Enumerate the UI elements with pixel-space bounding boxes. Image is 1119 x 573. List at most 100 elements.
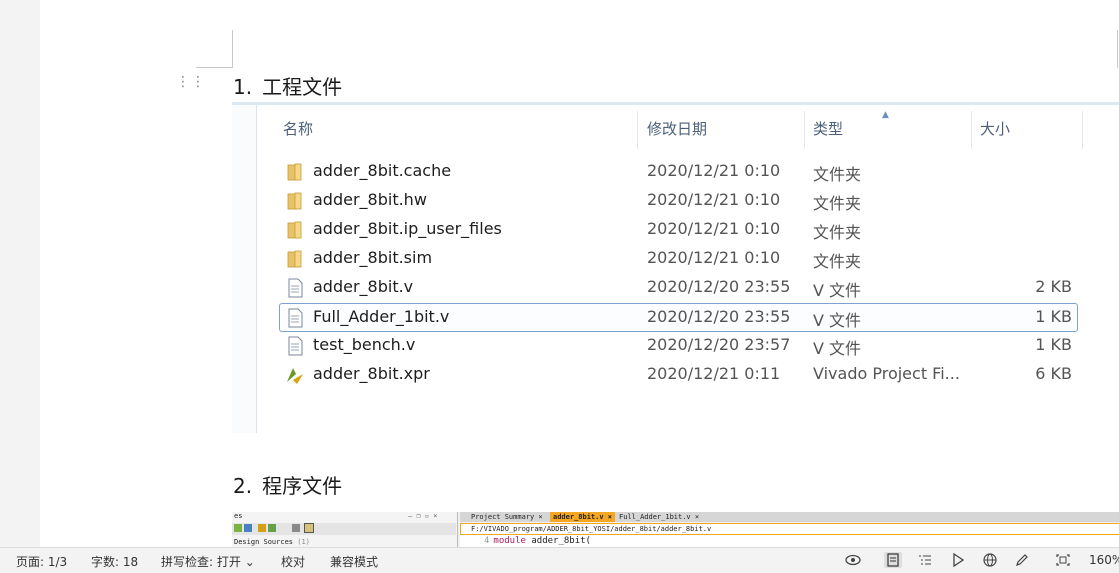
file-type: 文件夹: [813, 223, 862, 242]
eye-icon[interactable]: [844, 552, 862, 568]
paragraph-drag-handle-icon[interactable]: ⋮⋮: [176, 75, 206, 89]
file-size: 2 KB: [1035, 277, 1072, 296]
file-type: V 文件: [813, 311, 862, 330]
file-type: 文件夹: [813, 194, 862, 213]
page-corner-mark: [196, 67, 233, 68]
editor-tab-bar: Project Summary × adder_8bit.v × Full_Ad…: [460, 512, 1119, 522]
code-line[interactable]: 4 module adder_8bit(: [460, 535, 1119, 547]
toolbar-icon[interactable]: [234, 524, 242, 532]
toolbar-icon[interactable]: [244, 524, 252, 532]
file-name: Full_Adder_1bit.v: [313, 307, 450, 326]
file-row[interactable]: adder_8bit.hw 2020/12/21 0:10 文件夹: [280, 187, 1077, 214]
file-name: adder_8bit.hw: [313, 190, 427, 209]
list-number: 2.: [233, 474, 253, 498]
design-sources-node[interactable]: Design Sources (1): [234, 538, 310, 546]
globe-icon[interactable]: [981, 552, 999, 568]
page-corner-mark: [1117, 30, 1118, 68]
file-date: 2020/12/21 0:10: [647, 219, 781, 238]
column-separator: [637, 111, 638, 149]
column-header-name[interactable]: 名称: [283, 105, 313, 149]
tab-full-adder-1bit[interactable]: Full_Adder_1bit.v ×: [616, 512, 702, 522]
file-row[interactable]: adder_8bit.v 2020/12/20 23:55 V 文件 2 KB: [280, 274, 1077, 301]
file-row[interactable]: adder_8bit.sim 2020/12/21 0:10 文件夹: [280, 245, 1077, 272]
sort-arrow-icon: ▲: [882, 110, 889, 120]
column-header-date[interactable]: 修改日期: [647, 105, 707, 149]
file-name: adder_8bit.ip_user_files: [313, 219, 502, 238]
file-icon: [286, 278, 304, 298]
code-text: adder_8bit(: [525, 536, 591, 546]
play-icon[interactable]: [949, 552, 967, 568]
design-sources-count: (1): [297, 538, 310, 546]
file-row[interactable]: Full_Adder_1bit.v 2020/12/20 23:55 V 文件 1 K…: [279, 303, 1078, 332]
line-number: 4: [484, 536, 490, 546]
vivado-screenshot: es — ❐ ▫ × Design Sources (1) Project Su…: [232, 512, 1119, 547]
heading-text: 程序文件: [262, 474, 343, 498]
proofread-button[interactable]: 校对: [281, 553, 305, 570]
pen-icon[interactable]: [1013, 552, 1031, 568]
column-separator: [971, 111, 972, 149]
file-date: 2020/12/20 23:55: [647, 277, 791, 296]
file-row[interactable]: test_bench.v 2020/12/20 23:57 V 文件 1 KB: [280, 332, 1077, 359]
panel-window-controls-icon: — ❐ ▫ ×: [408, 512, 438, 520]
column-separator: [804, 111, 805, 149]
file-type: 文件夹: [813, 165, 862, 184]
column-header-size[interactable]: 大小: [980, 105, 1010, 149]
file-type: 文件夹: [813, 252, 862, 271]
file-icon: [286, 336, 304, 356]
file-date: 2020/12/21 0:10: [647, 190, 781, 209]
outline-view-icon[interactable]: [916, 552, 934, 568]
column-header-type[interactable]: 类型: [813, 105, 843, 149]
spell-check-label: 拼写检查: 打开: [161, 555, 241, 569]
file-date: 2020/12/20 23:55: [647, 307, 791, 326]
sources-title: es: [234, 512, 243, 520]
sources-toolbar: [232, 523, 456, 535]
design-sources-label: Design Sources: [234, 538, 294, 546]
file-name: adder_8bit.cache: [313, 161, 452, 180]
compat-mode-label: 兼容模式: [330, 555, 379, 569]
tab-project-summary[interactable]: Project Summary ×: [468, 512, 546, 522]
list-heading-2[interactable]: 2. 程序文件: [233, 470, 342, 499]
file-name: adder_8bit.v: [313, 277, 414, 296]
vivado-project-icon: [286, 365, 304, 385]
file-name: adder_8bit.sim: [313, 248, 433, 267]
heading-text: 工程文件: [262, 75, 343, 99]
zoom-level[interactable]: 160%: [1089, 553, 1119, 567]
folder-icon: [286, 220, 304, 240]
file-type: V 文件: [813, 281, 862, 300]
column-separator: [1082, 111, 1083, 149]
file-type: Vivado Project Fi...: [813, 364, 960, 383]
file-date: 2020/12/21 0:11: [647, 364, 781, 383]
editor-file-path: F:/VIVADO_program/ADDER_8bit_YOSI/adder_…: [460, 523, 1119, 535]
file-size: 1 KB: [1035, 307, 1072, 326]
nav-pane-edge: [232, 105, 256, 433]
file-row[interactable]: adder_8bit.xpr 2020/12/21 0:11 Vivado Proj…: [280, 361, 1077, 388]
code-keyword: module: [493, 536, 526, 546]
divider: [256, 105, 257, 433]
file-name: adder_8bit.xpr: [313, 364, 430, 383]
file-row[interactable]: adder_8bit.cache 2020/12/21 0:10 文件夹: [280, 158, 1077, 185]
toolbar-icon[interactable]: [292, 524, 300, 532]
toolbar-icon[interactable]: [258, 524, 266, 532]
folder-icon: [286, 191, 304, 211]
vivado-sources-panel: es — ❐ ▫ × Design Sources (1): [232, 512, 458, 547]
toolbar-icon[interactable]: [268, 524, 276, 532]
page-view-icon[interactable]: [884, 552, 902, 568]
file-date: 2020/12/21 0:10: [647, 161, 781, 180]
file-name: test_bench.v: [313, 335, 416, 354]
word-count[interactable]: 字数: 18: [91, 553, 138, 570]
tab-label: Full_Adder_1bit.v: [619, 513, 691, 521]
status-bar: 页面: 1/3 字数: 18 拼写检查: 打开 ⌄ 校对 兼容模式 160%: [0, 547, 1119, 573]
file-date: 2020/12/21 0:10: [647, 248, 781, 267]
list-heading-1[interactable]: 1. 工程文件: [233, 71, 342, 100]
spell-check-toggle[interactable]: 拼写检查: 打开 ⌄: [161, 553, 255, 570]
file-date: 2020/12/20 23:57: [647, 335, 791, 354]
toolbar-icon[interactable]: [304, 523, 314, 533]
file-row[interactable]: adder_8bit.ip_user_files 2020/12/21 0:10 文…: [280, 216, 1077, 243]
file-explorer-screenshot: 名称 修改日期 类型 ▲ 大小 adder_8bit.cache 2020/12/…: [232, 102, 1119, 433]
file-size: 6 KB: [1035, 364, 1072, 383]
folder-icon: [286, 162, 304, 182]
page-count[interactable]: 页面: 1/3: [16, 553, 67, 570]
list-number: 1.: [233, 75, 253, 99]
tab-adder-8bit[interactable]: adder_8bit.v ×: [550, 512, 616, 522]
fit-page-icon[interactable]: [1054, 552, 1072, 568]
